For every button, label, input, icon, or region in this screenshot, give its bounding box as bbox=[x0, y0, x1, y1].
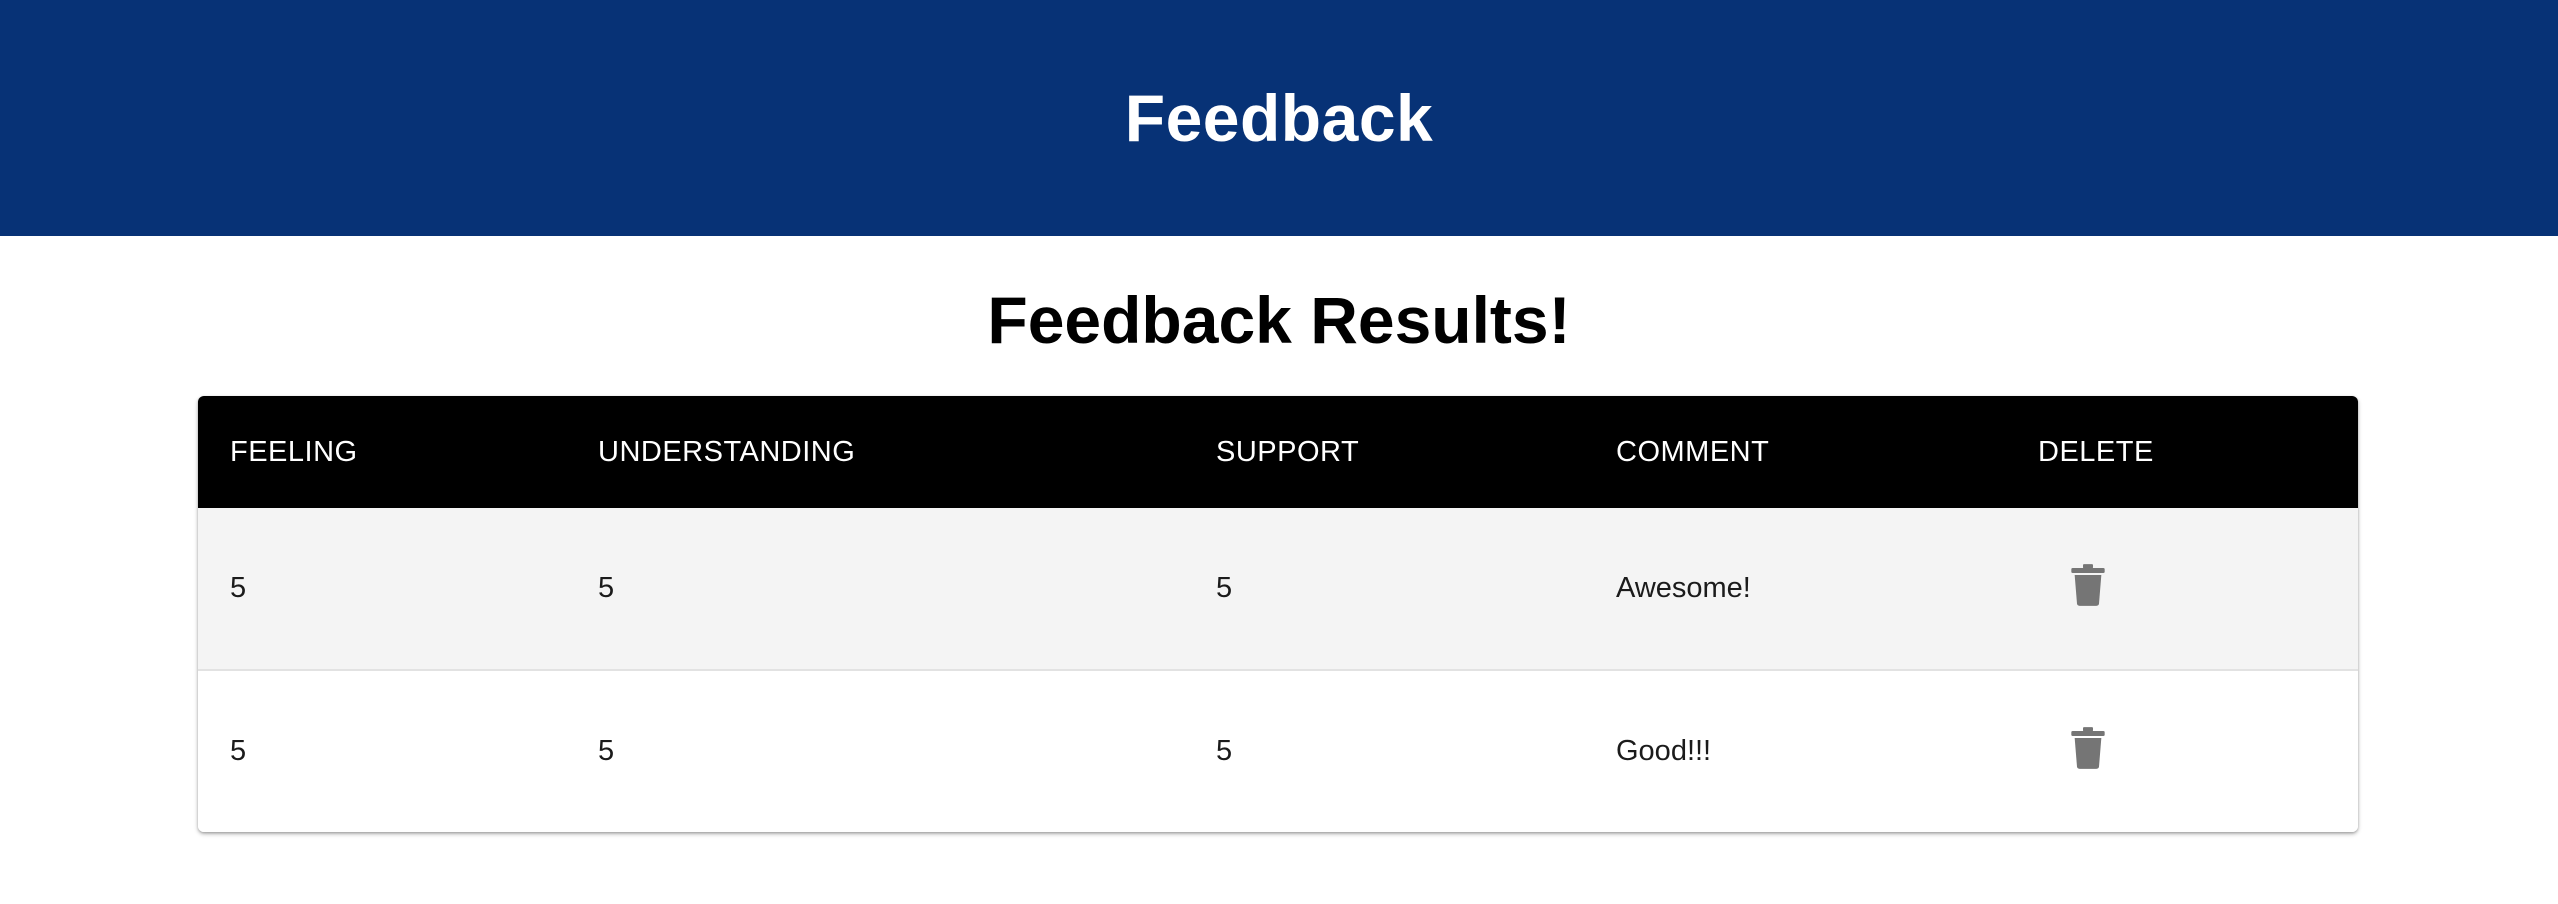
cell-support: 5 bbox=[1216, 735, 1233, 767]
column-header-support: SUPPORT bbox=[1216, 435, 1360, 468]
cell-comment: Awesome! bbox=[1616, 572, 1751, 604]
cell-delete bbox=[2006, 670, 2358, 832]
delete-button[interactable] bbox=[2068, 563, 2108, 607]
table-row: 5 5 5 Awesome! bbox=[198, 508, 2358, 670]
feedback-table-card: FEELING UNDERSTANDING SUPPORT COMMENT DE… bbox=[198, 396, 2358, 832]
column-header-comment: COMMENT bbox=[1616, 435, 1770, 468]
table-row: 5 5 5 Good!!! bbox=[198, 670, 2358, 832]
feedback-table: FEELING UNDERSTANDING SUPPORT COMMENT DE… bbox=[198, 396, 2358, 832]
delete-button[interactable] bbox=[2068, 726, 2108, 770]
trash-icon bbox=[2071, 726, 2105, 769]
column-header-feeling: FEELING bbox=[230, 435, 358, 468]
page-title: Feedback Results! bbox=[987, 283, 1571, 357]
cell-delete bbox=[2006, 508, 2358, 670]
app-header: Feedback bbox=[0, 0, 2558, 236]
column-header-understanding: UNDERSTANDING bbox=[598, 435, 856, 468]
cell-support: 5 bbox=[1216, 572, 1233, 604]
trash-icon bbox=[2071, 563, 2105, 606]
table-header: FEELING UNDERSTANDING SUPPORT COMMENT DE… bbox=[198, 396, 2358, 508]
app-title: Feedback bbox=[1124, 81, 1434, 155]
cell-comment: Good!!! bbox=[1616, 735, 1712, 767]
cell-understanding: 5 bbox=[598, 735, 615, 767]
table-body: 5 5 5 Awesome! 5 5 5 Good!!! bbox=[198, 508, 2358, 832]
cell-feeling: 5 bbox=[230, 735, 247, 767]
cell-feeling: 5 bbox=[230, 572, 247, 604]
cell-understanding: 5 bbox=[598, 572, 615, 604]
table-header-row: FEELING UNDERSTANDING SUPPORT COMMENT DE… bbox=[198, 396, 2358, 508]
column-header-delete: DELETE bbox=[2038, 435, 2154, 468]
